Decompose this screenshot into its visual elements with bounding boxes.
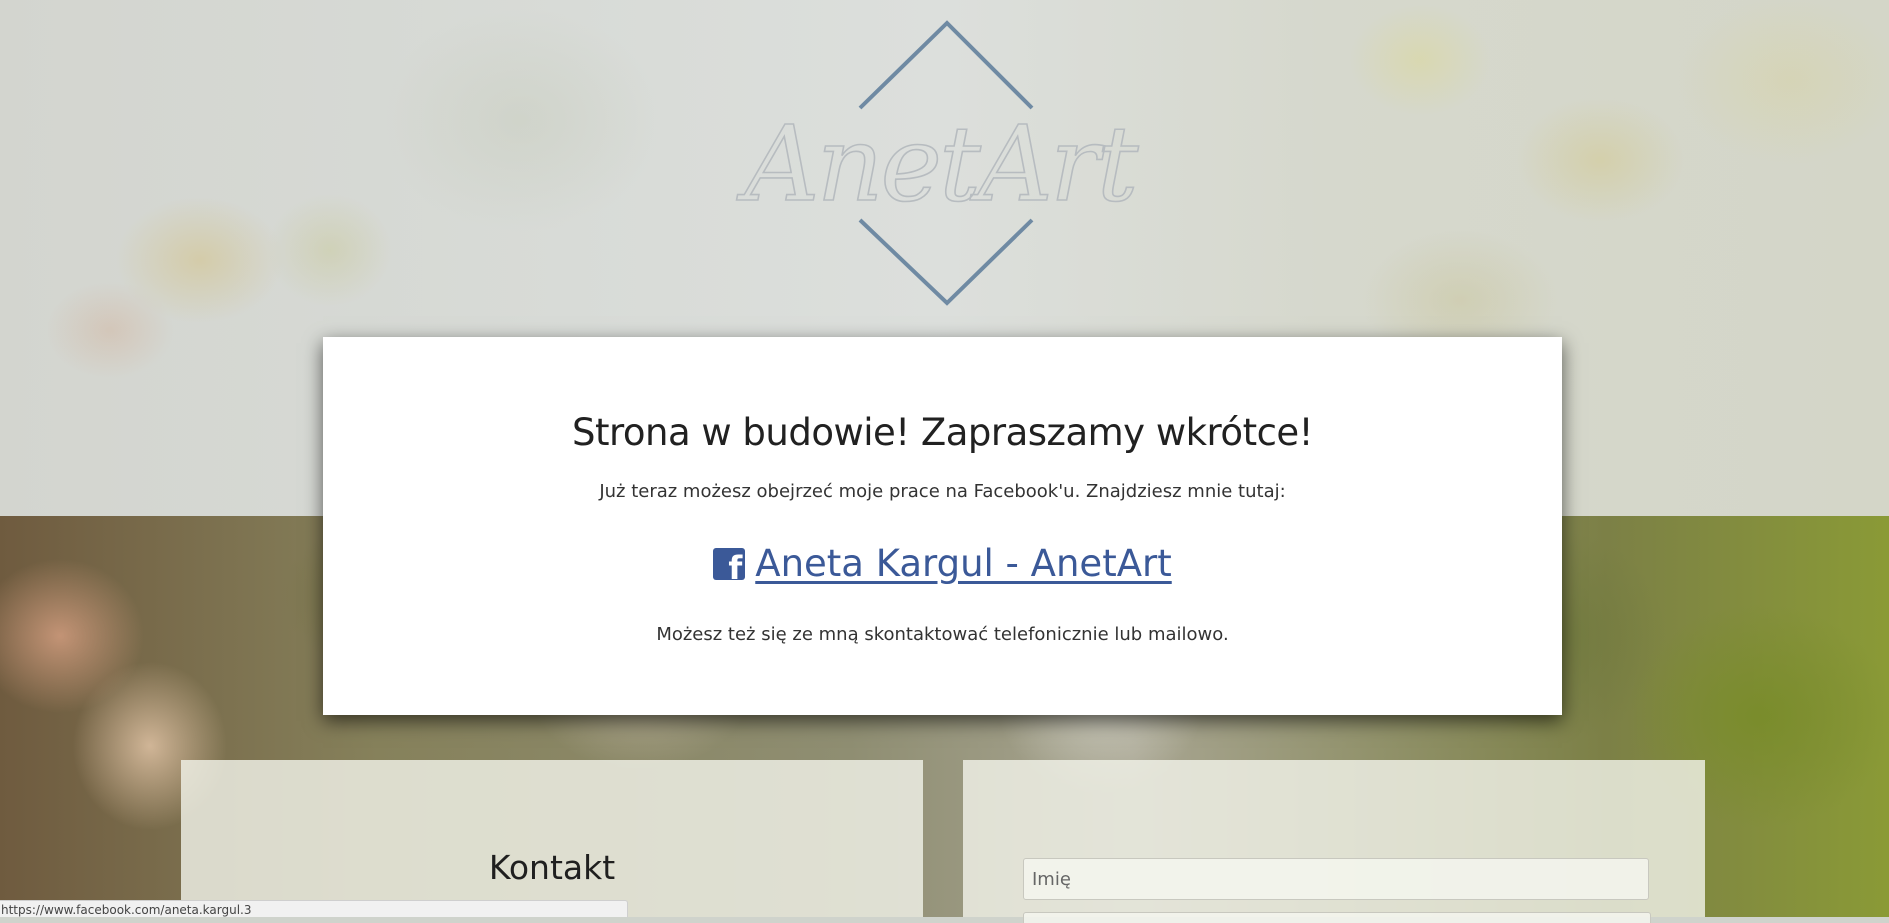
facebook-profile-link[interactable]: f Aneta Kargul - AnetArt [713, 542, 1172, 585]
notice-heading: Strona w budowie! Zapraszamy wkrótce! [571, 411, 1314, 454]
contact-hint-text: Możesz też się ze mną skontaktować telef… [656, 624, 1229, 645]
anetart-logo: AnetArt [736, 20, 1143, 306]
svg-text:AnetArt: AnetArt [736, 103, 1138, 225]
next-form-field[interactable] [1023, 912, 1651, 923]
contact-form-panel [963, 760, 1705, 923]
contact-panel: Kontakt [181, 760, 923, 917]
construction-notice: Strona w budowie! Zapraszamy wkrótce! Ju… [323, 337, 1562, 715]
browser-status-url: https://www.facebook.com/aneta.kargul.3 [0, 900, 628, 917]
facebook-link-label: Aneta Kargul - AnetArt [755, 542, 1172, 585]
name-field[interactable] [1023, 858, 1649, 900]
contact-title: Kontakt [488, 848, 616, 887]
facebook-intro-text: Już teraz możesz obejrzeć moje prace na … [599, 481, 1286, 502]
facebook-icon: f [713, 547, 746, 580]
facebook-link-row: f Aneta Kargul - AnetArt [323, 542, 1562, 589]
